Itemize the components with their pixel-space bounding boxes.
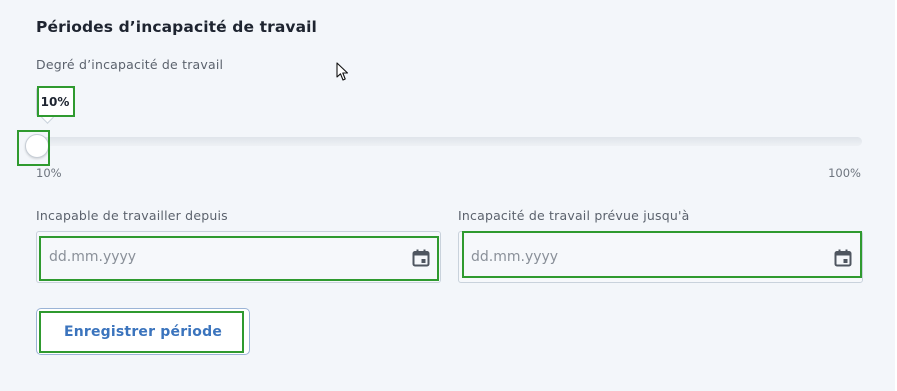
until-date-label: Incapacité de travail prévue jusqu'à	[458, 208, 690, 223]
calendar-icon[interactable]	[834, 249, 852, 267]
save-period-button[interactable]: Enregistrer période	[36, 308, 250, 355]
slider-track[interactable]	[36, 137, 862, 146]
slider-thumb[interactable]	[25, 134, 49, 158]
until-date-input[interactable]	[459, 232, 862, 282]
slider-label: Degré d’incapacité de travail	[36, 57, 224, 72]
until-date-field[interactable]	[458, 231, 863, 283]
calendar-icon[interactable]	[412, 249, 430, 267]
slider-min-label: 10%	[36, 166, 62, 180]
mouse-pointer-icon	[336, 62, 349, 81]
slider-max-label: 100%	[828, 166, 861, 180]
from-date-field[interactable]	[36, 231, 441, 283]
from-date-input[interactable]	[37, 232, 440, 282]
slider-value-badge: 10%	[36, 87, 74, 117]
section-title: Périodes d’incapacité de travail	[36, 18, 317, 36]
incapacity-periods-panel: Périodes d’incapacité de travail Degré d…	[0, 0, 897, 391]
from-date-label: Incapable de travailler depuis	[36, 208, 228, 223]
